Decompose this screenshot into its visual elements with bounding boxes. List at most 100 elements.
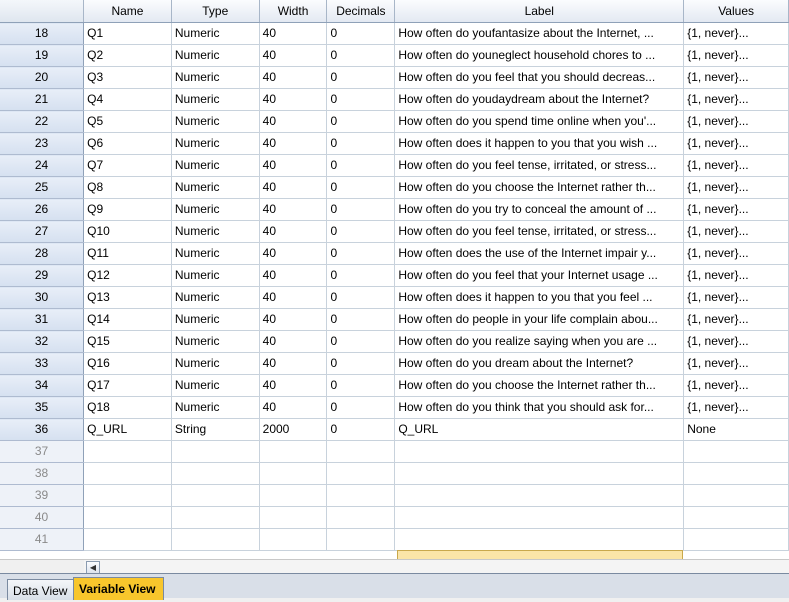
cell-width[interactable]: 2000 [259, 418, 328, 441]
cell-decimals[interactable]: 0 [326, 132, 396, 155]
cell-type[interactable]: Numeric [171, 88, 260, 111]
cell-width[interactable]: 40 [259, 242, 328, 265]
cell-values[interactable]: {1, never}... [683, 154, 789, 177]
column-header-type[interactable]: Type [171, 0, 260, 23]
cell-values[interactable]: {1, never}... [683, 286, 789, 309]
cell-values[interactable]: {1, never}... [683, 198, 789, 221]
cell-decimals[interactable]: 0 [326, 330, 396, 353]
column-header-name[interactable]: Name [83, 0, 172, 23]
cell-values[interactable]: {1, never}... [683, 22, 789, 45]
cell-label[interactable]: How often does it happen to you that you… [394, 132, 685, 155]
cell-label[interactable]: How often do you realize saying when you… [394, 330, 685, 353]
cell-decimals[interactable]: 0 [326, 352, 396, 375]
cell-name[interactable]: Q_URL [83, 418, 172, 441]
cell-type[interactable]: Numeric [171, 154, 260, 177]
empty-cell[interactable] [326, 528, 396, 551]
empty-cell[interactable] [326, 484, 396, 507]
empty-cell[interactable] [683, 506, 789, 529]
row-number[interactable]: 25 [0, 176, 85, 199]
cell-decimals[interactable]: 0 [326, 418, 396, 441]
cell-width[interactable]: 40 [259, 132, 328, 155]
cell-width[interactable]: 40 [259, 66, 328, 89]
cell-type[interactable]: Numeric [171, 176, 260, 199]
cell-type[interactable]: String [171, 418, 260, 441]
cell-decimals[interactable]: 0 [326, 88, 396, 111]
cell-name[interactable]: Q13 [83, 286, 172, 309]
cell-type[interactable]: Numeric [171, 242, 260, 265]
cell-type[interactable]: Numeric [171, 396, 260, 419]
cell-name[interactable]: Q15 [83, 330, 172, 353]
cell-width[interactable]: 40 [259, 396, 328, 419]
row-number[interactable]: 37 [0, 440, 85, 463]
empty-cell[interactable] [83, 506, 172, 529]
empty-cell[interactable] [259, 528, 328, 551]
empty-cell[interactable] [259, 462, 328, 485]
cell-values[interactable]: {1, never}... [683, 308, 789, 331]
cell-decimals[interactable]: 0 [326, 198, 396, 221]
cell-name[interactable]: Q14 [83, 308, 172, 331]
cell-width[interactable]: 40 [259, 88, 328, 111]
cell-decimals[interactable]: 0 [326, 220, 396, 243]
empty-cell[interactable] [683, 440, 789, 463]
cell-values[interactable]: {1, never}... [683, 374, 789, 397]
cell-width[interactable]: 40 [259, 374, 328, 397]
cell-width[interactable]: 40 [259, 286, 328, 309]
column-header-values[interactable]: Values [683, 0, 789, 23]
empty-cell[interactable] [326, 440, 396, 463]
cell-decimals[interactable]: 0 [326, 374, 396, 397]
cell-width[interactable]: 40 [259, 198, 328, 221]
empty-cell[interactable] [83, 462, 172, 485]
row-number[interactable]: 35 [0, 396, 85, 419]
cell-label[interactable]: How often do you choose the Internet rat… [394, 176, 685, 199]
cell-type[interactable]: Numeric [171, 286, 260, 309]
cell-type[interactable]: Numeric [171, 352, 260, 375]
cell-type[interactable]: Numeric [171, 66, 260, 89]
cell-values[interactable]: {1, never}... [683, 132, 789, 155]
empty-cell[interactable] [171, 484, 260, 507]
empty-cell[interactable] [394, 528, 685, 551]
cell-name[interactable]: Q4 [83, 88, 172, 111]
horizontal-scrollbar[interactable]: ◀ [84, 559, 789, 574]
cell-decimals[interactable]: 0 [326, 66, 396, 89]
cell-decimals[interactable]: 0 [326, 154, 396, 177]
cell-name[interactable]: Q6 [83, 132, 172, 155]
cell-label[interactable]: How often do youdaydream about the Inter… [394, 88, 685, 111]
cell-label[interactable]: How often do you think that you should a… [394, 396, 685, 419]
cell-width[interactable]: 40 [259, 176, 328, 199]
cell-values[interactable]: {1, never}... [683, 330, 789, 353]
empty-cell[interactable] [83, 440, 172, 463]
empty-cell[interactable] [683, 484, 789, 507]
empty-cell[interactable] [259, 506, 328, 529]
empty-cell[interactable] [394, 506, 685, 529]
row-number[interactable]: 27 [0, 220, 85, 243]
row-number[interactable]: 41 [0, 528, 85, 551]
cell-name[interactable]: Q11 [83, 242, 172, 265]
row-number[interactable]: 36 [0, 418, 85, 441]
row-number[interactable]: 30 [0, 286, 85, 309]
cell-width[interactable]: 40 [259, 154, 328, 177]
row-number[interactable]: 32 [0, 330, 85, 353]
cell-decimals[interactable]: 0 [326, 22, 396, 45]
row-number[interactable]: 21 [0, 88, 85, 111]
cell-name[interactable]: Q12 [83, 264, 172, 287]
cell-label[interactable]: How often does the use of the Internet i… [394, 242, 685, 265]
column-header-decimals[interactable]: Decimals [326, 0, 396, 23]
empty-cell[interactable] [83, 528, 172, 551]
cell-width[interactable]: 40 [259, 330, 328, 353]
cell-name[interactable]: Q1 [83, 22, 172, 45]
row-number[interactable]: 28 [0, 242, 85, 265]
row-number[interactable]: 19 [0, 44, 85, 67]
cell-name[interactable]: Q16 [83, 352, 172, 375]
row-number[interactable]: 18 [0, 22, 85, 45]
cell-name[interactable]: Q18 [83, 396, 172, 419]
cell-decimals[interactable]: 0 [326, 110, 396, 133]
empty-cell[interactable] [171, 528, 260, 551]
cell-values[interactable]: None [683, 418, 789, 441]
cell-label[interactable]: How often do you feel tense, irritated, … [394, 220, 685, 243]
empty-cell[interactable] [683, 528, 789, 551]
cell-width[interactable]: 40 [259, 110, 328, 133]
row-number[interactable]: 39 [0, 484, 85, 507]
cell-values[interactable]: {1, never}... [683, 220, 789, 243]
empty-cell[interactable] [83, 484, 172, 507]
empty-cell[interactable] [171, 506, 260, 529]
